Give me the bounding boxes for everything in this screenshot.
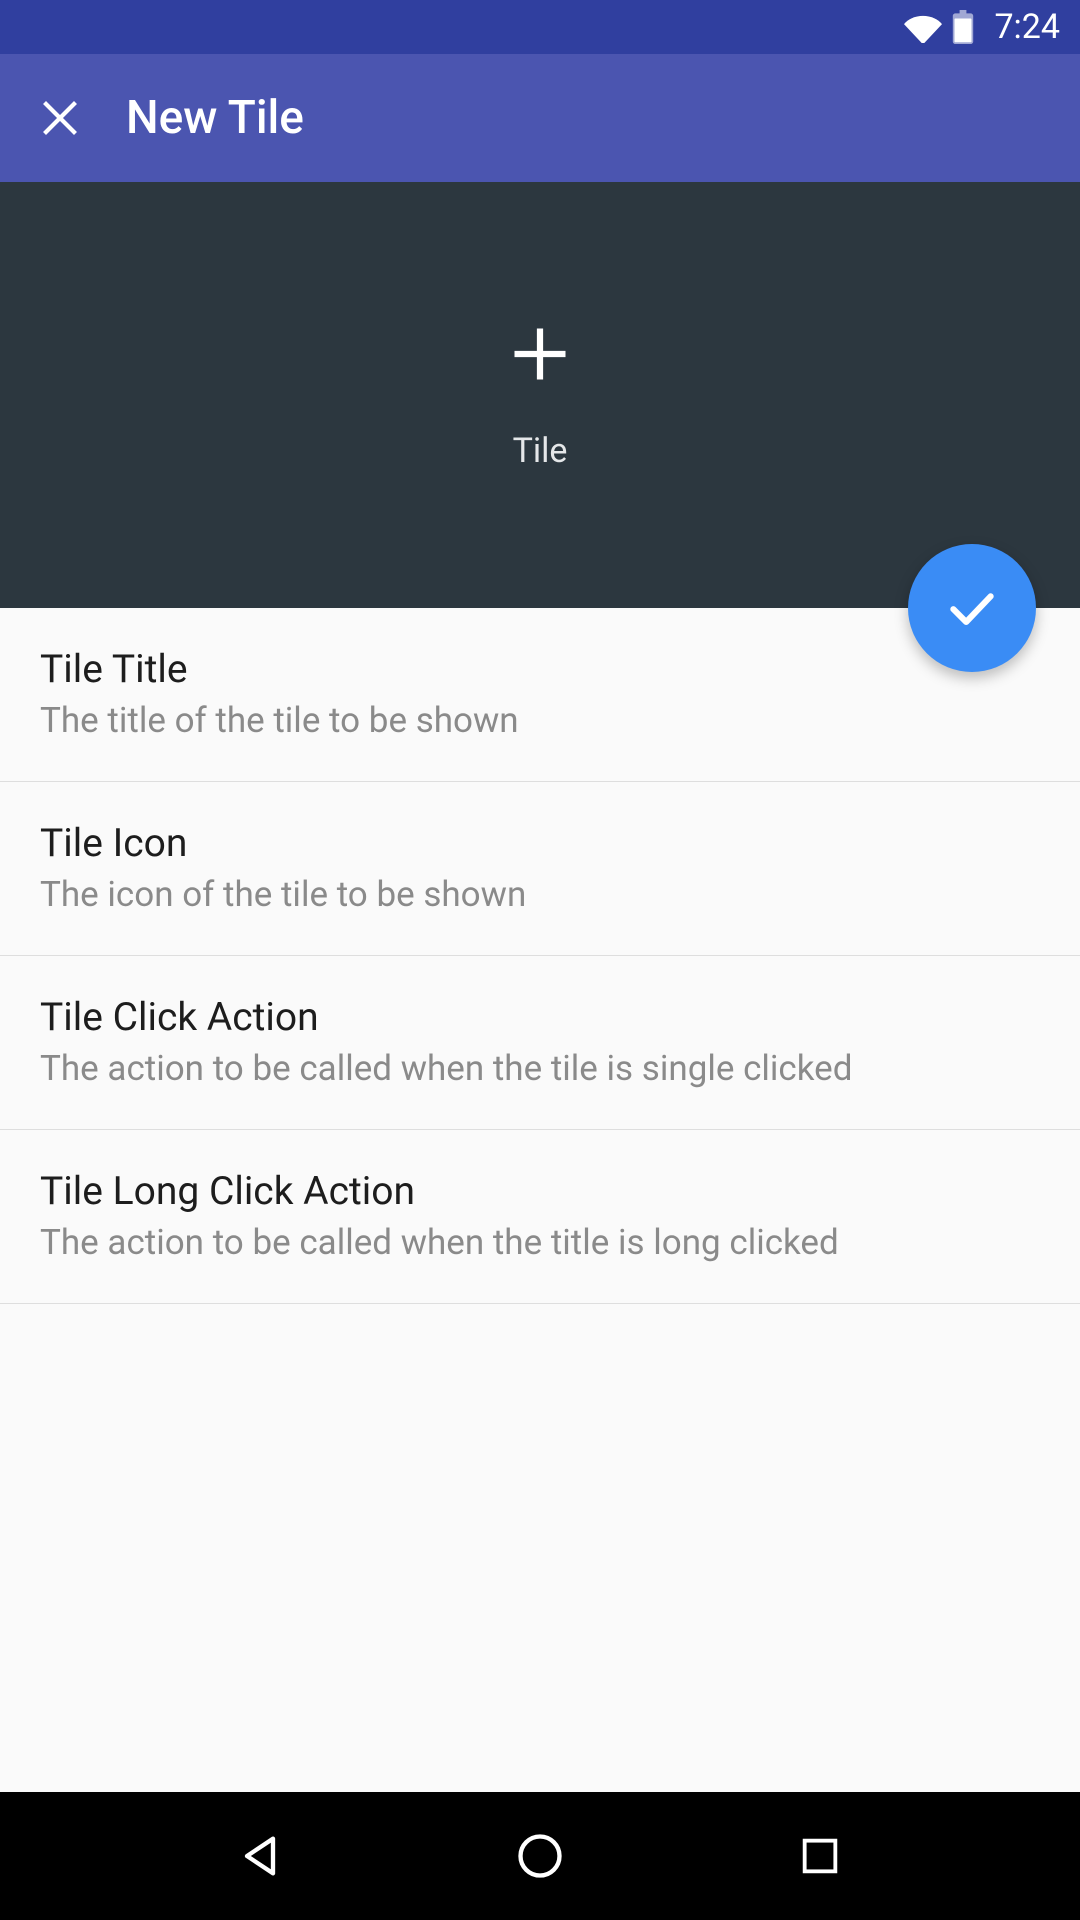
app-bar: New Tile <box>0 54 1080 182</box>
home-icon <box>514 1830 566 1882</box>
confirm-fab[interactable] <box>908 544 1036 672</box>
back-icon <box>234 1830 286 1882</box>
close-icon <box>39 97 81 139</box>
list-item-subtitle: The action to be called when the title i… <box>40 1222 1040 1263</box>
status-time: 7:24 <box>994 7 1060 47</box>
check-icon <box>944 580 1000 636</box>
list-item-title: Tile Title <box>40 646 1040 692</box>
list-item-subtitle: The title of the tile to be shown <box>40 700 1040 741</box>
list-item-tile-click-action[interactable]: Tile Click Action The action to be calle… <box>0 956 1080 1130</box>
nav-recent-button[interactable] <box>780 1816 860 1896</box>
tile-preview[interactable]: Tile <box>0 182 1080 608</box>
list-item-tile-icon[interactable]: Tile Icon The icon of the tile to be sho… <box>0 782 1080 956</box>
tile-preview-label: Tile <box>513 431 568 471</box>
plus-icon <box>506 320 574 401</box>
recent-icon <box>797 1833 843 1879</box>
settings-list: Tile Title The title of the tile to be s… <box>0 608 1080 1304</box>
list-item-subtitle: The action to be called when the tile is… <box>40 1048 1040 1089</box>
list-item-title: Tile Click Action <box>40 994 1040 1040</box>
wifi-icon <box>904 11 942 43</box>
nav-back-button[interactable] <box>220 1816 300 1896</box>
page-title: New Tile <box>126 91 304 145</box>
status-bar: 7:24 <box>0 0 1080 54</box>
close-button[interactable] <box>38 96 82 140</box>
nav-home-button[interactable] <box>500 1816 580 1896</box>
navigation-bar <box>0 1792 1080 1920</box>
list-item-tile-long-click-action[interactable]: Tile Long Click Action The action to be … <box>0 1130 1080 1304</box>
list-item-title: Tile Icon <box>40 820 1040 866</box>
battery-icon <box>952 10 974 44</box>
list-item-title: Tile Long Click Action <box>40 1168 1040 1214</box>
list-item-subtitle: The icon of the tile to be shown <box>40 874 1040 915</box>
